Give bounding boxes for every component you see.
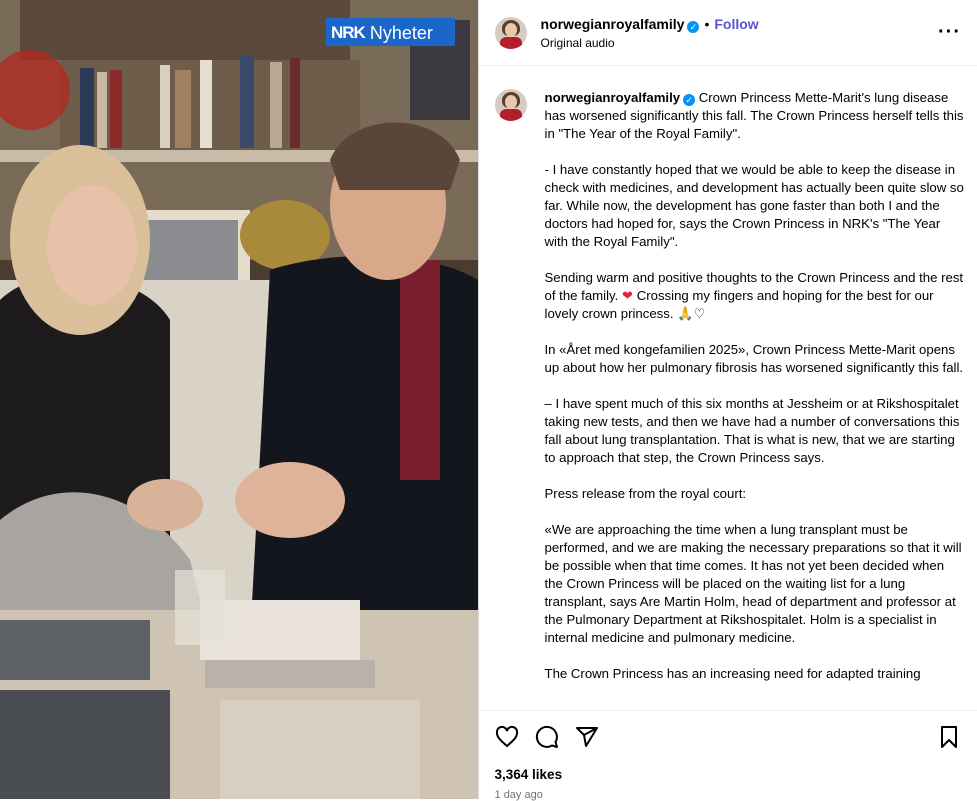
nrk-logo: NRK Nyheter bbox=[331, 21, 433, 45]
separator-dot: • bbox=[704, 15, 710, 32]
nrk-logo-mark: NRK bbox=[331, 23, 366, 42]
post-panel: norwegianroyalfamily ✓ • Follow Original au… bbox=[477, 0, 977, 801]
red-heart-emoji: ❤ bbox=[621, 288, 634, 303]
praying-hands-emoji: 🙏 bbox=[677, 306, 694, 321]
caption-area: norwegianroyalfamily ✓ Crown Princess Met… bbox=[479, 67, 977, 710]
post-video[interactable]: NRK Nyheter bbox=[0, 0, 478, 799]
caption-username[interactable]: norwegianroyalfamily bbox=[545, 89, 681, 107]
more-options-icon[interactable]: ··· bbox=[938, 21, 961, 44]
white-heart-emoji: ♡ bbox=[693, 306, 706, 321]
share-icon[interactable] bbox=[575, 725, 599, 749]
like-heart-icon[interactable] bbox=[495, 725, 519, 749]
avatar[interactable] bbox=[494, 16, 527, 49]
avatar[interactable] bbox=[494, 89, 527, 121]
post-header: norwegianroyalfamily ✓ • Follow Original au… bbox=[478, 0, 977, 66]
caption-paragraph: The Crown Princess has an increasing nee… bbox=[544, 666, 921, 681]
verified-icon: ✓ bbox=[687, 20, 700, 33]
verified-icon: ✓ bbox=[683, 94, 696, 106]
post-viewer: NRK Nyheter norwegianroyalfamily ✓ • Follow… bbox=[0, 0, 977, 801]
caption-text: norwegianroyalfamily ✓ Crown Princess Met… bbox=[545, 89, 965, 701]
caption-paragraph: – I have spent much of this six months a… bbox=[544, 396, 960, 465]
header-username[interactable]: norwegianroyalfamily bbox=[541, 16, 685, 32]
caption-paragraph: In «Året med kongefamilien 2025», Crown … bbox=[544, 342, 964, 375]
save-bookmark-icon[interactable] bbox=[937, 725, 961, 749]
post-timestamp[interactable]: 1 day ago bbox=[495, 789, 543, 801]
video-frame bbox=[0, 0, 478, 799]
comment-icon[interactable] bbox=[535, 725, 559, 749]
likes-count[interactable]: 3,364 likes bbox=[495, 767, 563, 782]
nrk-watermark: Nyheter bbox=[369, 22, 433, 43]
action-bar: 3,364 likes 1 day ago bbox=[478, 710, 977, 801]
caption-paragraph: «We are approaching the time when a lung… bbox=[544, 522, 962, 645]
caption-paragraph: Press release from the royal court: bbox=[544, 486, 747, 501]
follow-button[interactable]: Follow bbox=[714, 16, 758, 32]
original-audio-link[interactable]: Original audio bbox=[541, 36, 939, 50]
caption-paragraph: - I have constantly hoped that we would … bbox=[544, 162, 964, 249]
